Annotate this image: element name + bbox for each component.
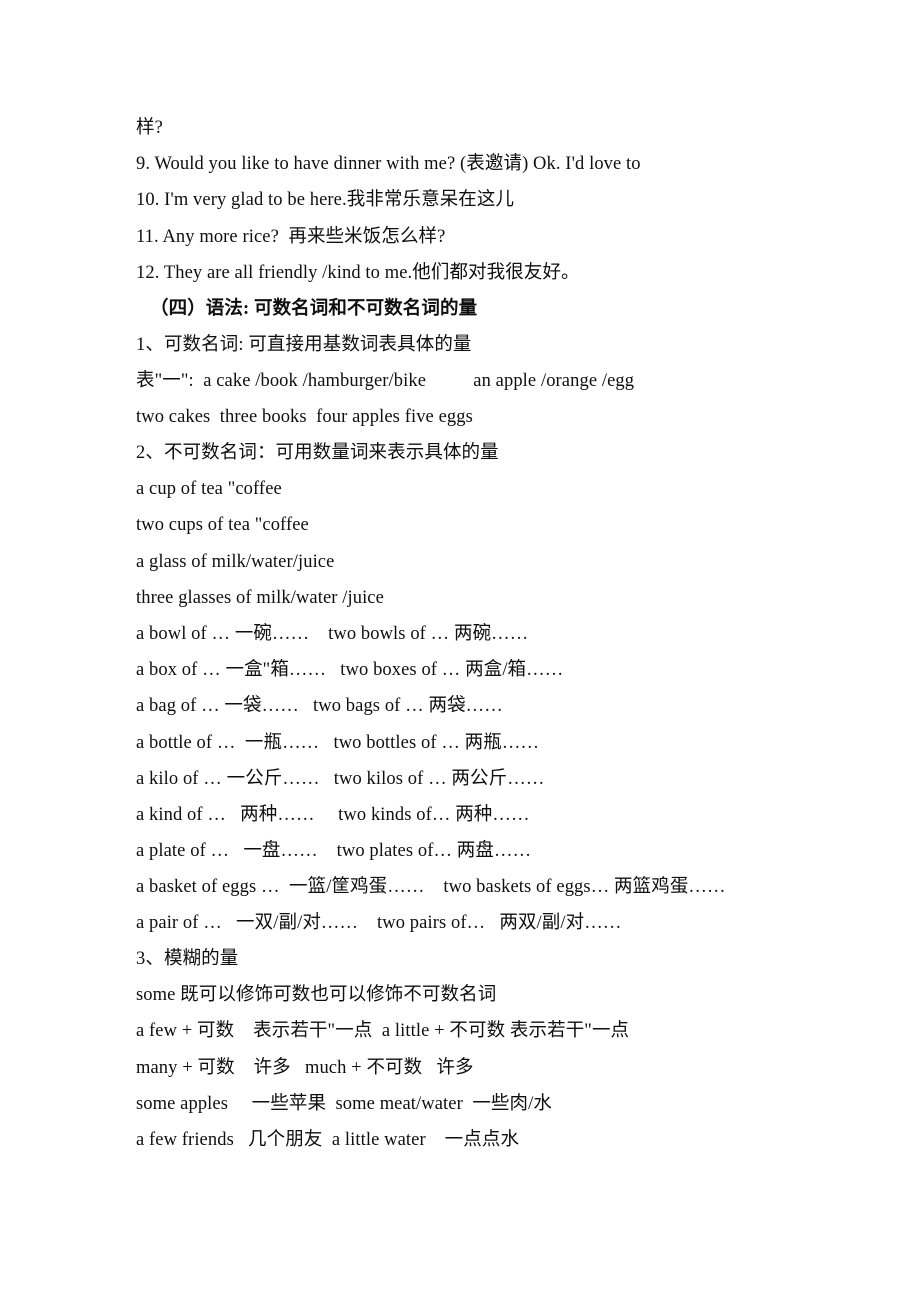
text-line: 2、不可数名词：可用数量词来表示具体的量 [136, 443, 499, 463]
text-line: a pair of … 一双/副/对…… two pairs of… 两双/副/… [136, 913, 622, 934]
document-page: 样? 9. Would you like to have dinner with… [0, 0, 920, 1302]
text-line: a cup of tea "coffee [136, 479, 282, 500]
text-line: a bag of … 一袋…… two bags of … 两袋…… [136, 696, 503, 717]
text-line: 表"一": a cake /book /hamburger/bike an ap… [136, 371, 635, 392]
text-line: a few + 可数 表示若干"一点 a little + 不可数 表示若干"一… [136, 1021, 630, 1042]
text-line: 3、模糊的量 [136, 948, 239, 969]
text-line: two cakes three books four apples five e… [136, 406, 473, 427]
text-line: a bottle of … 一瓶…… two bottles of … 两瓶…… [136, 732, 540, 753]
text-line: some apples 一些苹果 some meat/water 一些肉/水 [136, 1093, 552, 1114]
text-line: some 既可以修饰可数也可以修饰不可数名词 [136, 985, 497, 1006]
text-line: 12. They are all friendly /kind to me.他们… [136, 262, 580, 283]
text-line: 样? [136, 118, 163, 138]
text-line: 9. Would you like to have dinner with me… [136, 154, 641, 175]
text-line: a bowl of … 一碗…… two bowls of … 两碗…… [136, 623, 529, 644]
text-line: 11. Any more rice? 再来些米饭怎么样? [136, 226, 446, 247]
text-line: a kind of … 两种…… two kinds of… 两种…… [136, 804, 530, 825]
document-text-body: 样? 9. Would you like to have dinner with… [136, 110, 800, 1158]
text-line: three glasses of milk/water /juice [136, 587, 384, 608]
text-line: a basket of eggs … 一篮/筐鸡蛋…… two baskets … [136, 877, 726, 898]
text-line: a kilo of … 一公斤…… two kilos of … 两公斤…… [136, 768, 545, 789]
text-line: a glass of milk/water/juice [136, 551, 335, 572]
text-line: many + 可数 许多 much + 不可数 许多 [136, 1057, 474, 1078]
text-line: a plate of … 一盘…… two plates of… 两盘…… [136, 841, 532, 862]
text-line: a box of … 一盒"箱…… two boxes of … 两盒/箱…… [136, 660, 564, 681]
text-line: two cups of tea "coffee [136, 515, 309, 536]
text-line: 10. I'm very glad to be here.我非常乐意呆在这儿 [136, 190, 515, 211]
section-heading-grammar: （四）语法: 可数名词和不可数名词的量 [150, 298, 478, 319]
text-line: a few friends 几个朋友 a little water 一点点水 [136, 1129, 520, 1150]
text-line: 1、可数名词: 可直接用基数词表具体的量 [136, 335, 472, 356]
